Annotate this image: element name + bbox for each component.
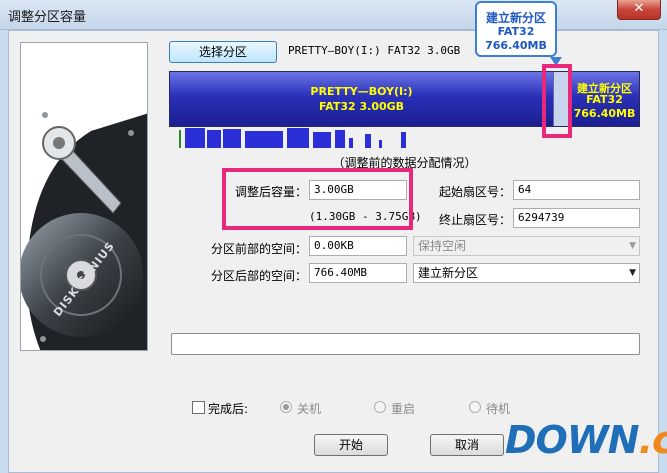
- disk-illustration: DISK GENIUS: [20, 42, 148, 351]
- partition-block-new[interactable]: 建立新分区 FAT32 766.40MB: [570, 72, 639, 126]
- space-after-label: 分区后部的空间：: [211, 269, 308, 283]
- watermark-logo: DOWN.cc: [505, 418, 667, 462]
- end-sector-field[interactable]: 6294739: [513, 208, 640, 228]
- callout-title: 建立新分区: [485, 11, 546, 25]
- watermark-suffix: .cc: [638, 418, 667, 462]
- space-after-action-value: 建立新分区: [418, 266, 479, 280]
- select-partition-button[interactable]: 选择分区: [169, 41, 277, 63]
- partition-fs-size: FAT32 3.00GB: [318, 100, 405, 113]
- partition-block-current[interactable]: PRETTY—BOY(I:) FAT32 3.00GB: [170, 72, 553, 126]
- cancel-button[interactable]: 取消: [430, 434, 504, 456]
- space-before-label: 分区前部的空间：: [211, 242, 308, 256]
- radio-shutdown-label: 关机: [297, 402, 322, 416]
- progress-bar: [171, 333, 640, 355]
- space-before-action-select: 保持空闲 ▼: [413, 236, 640, 256]
- window-title-bar[interactable]: 调整分区容量 ✕: [0, 0, 667, 30]
- space-after-field[interactable]: 766.40MB: [309, 263, 407, 283]
- radio-restart[interactable]: [374, 401, 386, 413]
- close-icon: ✕: [633, 1, 645, 16]
- radio-shutdown[interactable]: [280, 401, 292, 413]
- radio-standby[interactable]: [469, 401, 481, 413]
- watermark-main: DOWN: [505, 418, 640, 462]
- highlight-capacity: [222, 168, 413, 230]
- start-button[interactable]: 开始: [314, 434, 388, 456]
- partition-info-text: PRETTY—BOY(I:) FAT32 3.0GB: [288, 44, 461, 57]
- completion-checkbox-label: 完成后:: [208, 402, 249, 416]
- data-usage-strip: [179, 128, 406, 148]
- radio-standby-label: 待机: [486, 402, 511, 416]
- new-partition-fs: FAT32: [586, 93, 623, 106]
- chevron-down-icon[interactable]: ▼: [629, 264, 636, 282]
- space-after-action-select[interactable]: 建立新分区 ▼: [413, 263, 640, 283]
- callout-fs: FAT32: [497, 25, 535, 38]
- window-title: 调整分区容量: [8, 10, 87, 25]
- highlight-resize-handle: [542, 64, 572, 138]
- close-button[interactable]: ✕: [617, 0, 661, 20]
- callout-size: 766.40MB: [485, 39, 547, 52]
- start-sector-field[interactable]: 64: [513, 180, 640, 200]
- space-before-field[interactable]: 0.00KB: [309, 236, 407, 256]
- radio-restart-label: 重启: [391, 402, 416, 416]
- completion-checkbox[interactable]: [192, 401, 205, 414]
- partition-name: PRETTY—BOY(I:): [310, 85, 413, 98]
- chevron-down-icon: ▼: [629, 241, 636, 251]
- new-partition-size: 766.40MB: [573, 107, 636, 120]
- new-partition-callout: 建立新分区 FAT32 766.40MB: [475, 1, 557, 57]
- space-before-action-value: 保持空闲: [418, 239, 467, 253]
- hard-disk-icon: [21, 43, 147, 350]
- start-sector-label: 起始扇区号：: [439, 185, 512, 199]
- end-sector-label: 终止扇区号：: [439, 213, 512, 227]
